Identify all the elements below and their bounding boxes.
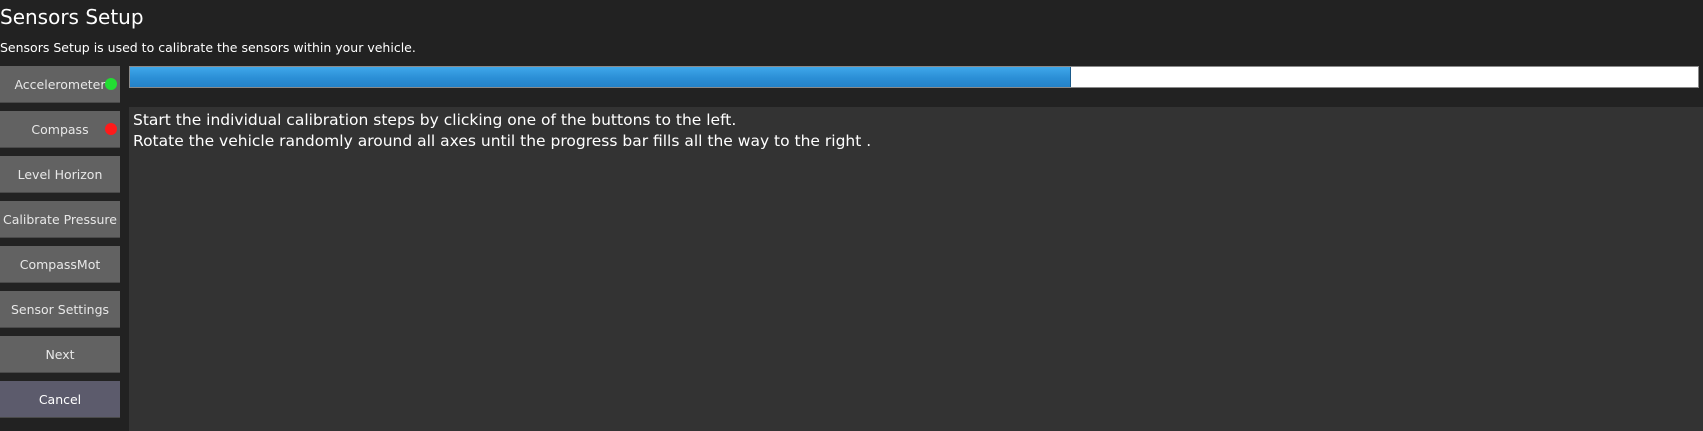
next-button-label: Next [45,346,75,362]
cancel-button-label: Cancel [38,391,82,407]
instruction-line-1: Start the individual calibration steps b… [133,111,737,129]
compassmot-button-label: CompassMot [19,256,101,272]
level-horizon-button[interactable]: Level Horizon [0,156,120,193]
accelerometer-button-label: Accelerometer [14,76,106,92]
calibrate-pressure-button[interactable]: Calibrate Pressure [0,201,120,238]
calibrate-pressure-button-label: Calibrate Pressure [2,211,117,227]
compass-status-icon [105,123,117,135]
next-button[interactable]: Next [0,336,120,373]
compass-button[interactable]: Compass [0,111,120,148]
page-title: Sensors Setup [0,5,144,29]
compassmot-button[interactable]: CompassMot [0,246,120,283]
cancel-button[interactable]: Cancel [0,381,120,418]
sensor-settings-button[interactable]: Sensor Settings [0,291,120,328]
instruction-line-2: Rotate the vehicle randomly around all a… [133,132,872,150]
accelerometer-button[interactable]: Accelerometer [0,66,120,103]
instructions-panel: Start the individual calibration steps b… [129,107,1703,431]
level-horizon-button-label: Level Horizon [17,166,103,182]
page-subtitle: Sensors Setup is used to calibrate the s… [0,40,416,55]
calibration-progress-fill [130,67,1071,87]
accelerometer-status-icon [105,78,117,90]
sensor-settings-button-label: Sensor Settings [10,301,110,317]
compass-button-label: Compass [31,121,89,137]
calibration-progress-bar [129,66,1699,88]
